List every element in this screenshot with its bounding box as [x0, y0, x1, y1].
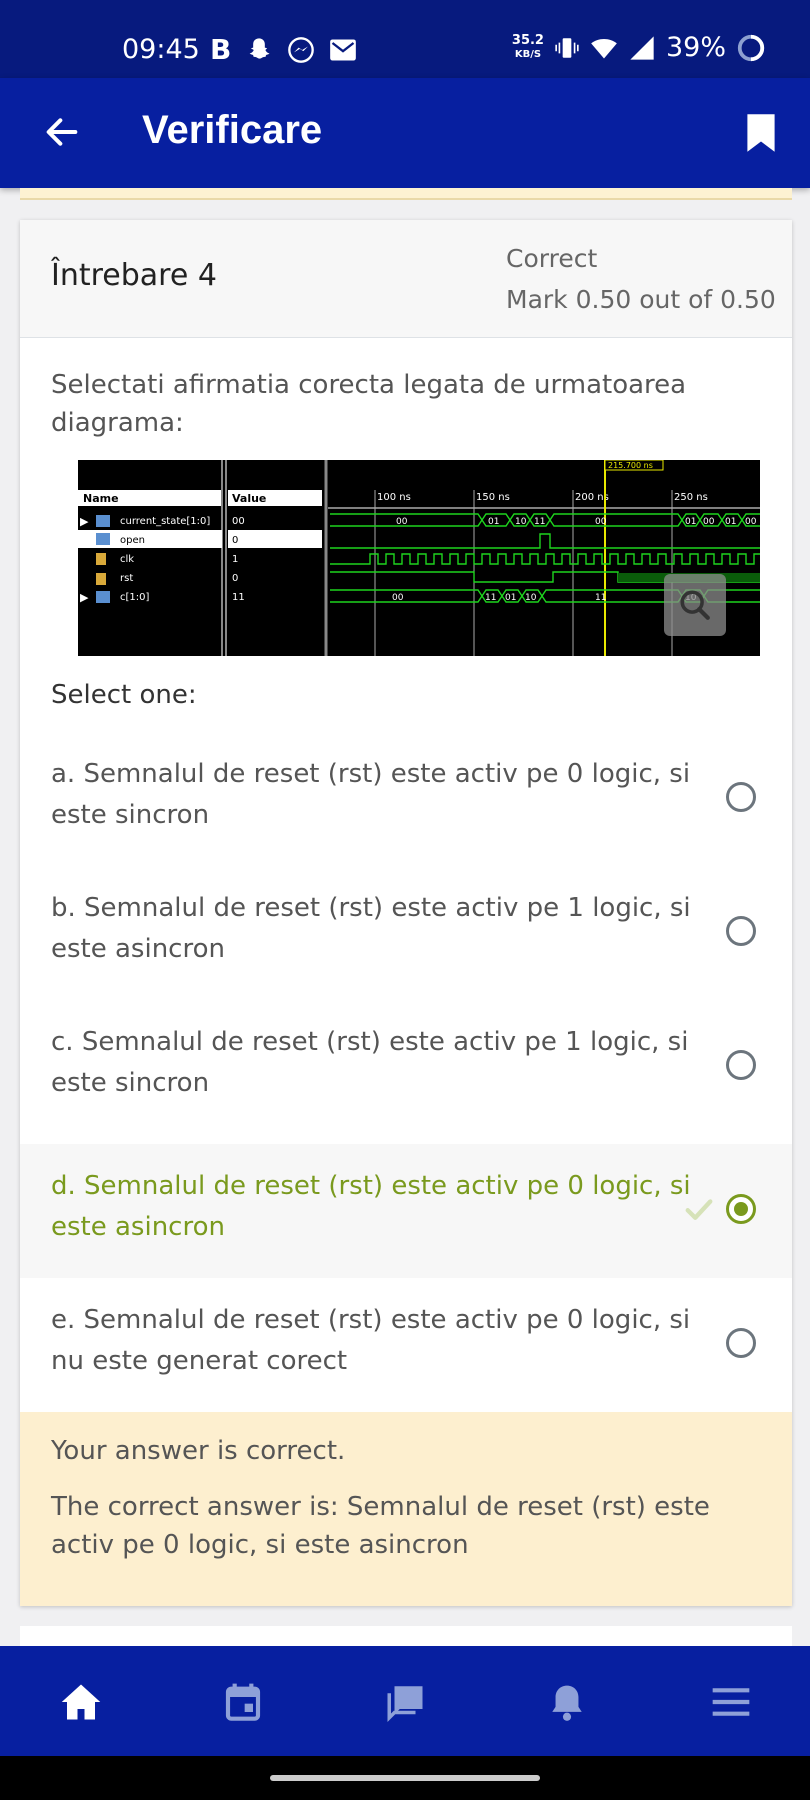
nav-home[interactable] [58, 1682, 104, 1722]
signal-value: 1 [232, 554, 238, 565]
time-tick: 100 ns [377, 492, 411, 503]
signal-name: current_state[1:0] [120, 516, 210, 527]
home-gesture-handle[interactable] [270, 1775, 540, 1781]
answer-option-d[interactable]: d. Semnalul de reset (rst) este activ pe… [20, 1144, 792, 1278]
svg-text:10: 10 [515, 517, 527, 527]
question-card: Întrebare 4 Correct Mark 0.50 out of 0.5… [20, 220, 792, 1606]
svg-text:00: 00 [396, 517, 408, 527]
signal-icon [630, 35, 654, 60]
battery-icon [737, 34, 765, 61]
magnifier-icon [680, 590, 710, 620]
signal-name: open [120, 535, 145, 546]
radio-button-selected[interactable] [726, 1194, 756, 1224]
menu-icon [712, 1688, 750, 1716]
question-number: Întrebare 4 [51, 258, 217, 293]
signal-name: clk [120, 554, 134, 565]
answer-option-b[interactable]: b. Semnalul de reset (rst) este activ pe… [20, 866, 792, 1000]
signal-value: 0 [232, 535, 238, 546]
nav-notifications[interactable] [544, 1682, 590, 1722]
nav-menu[interactable] [708, 1682, 754, 1722]
system-navigation-bar [0, 1756, 810, 1800]
next-question-edge [20, 1626, 792, 1646]
time-tick: 200 ns [575, 492, 609, 503]
answer-option-label: c. Semnalul de reset (rst) este activ pe… [51, 1027, 689, 1098]
bottom-navigation [0, 1646, 810, 1756]
svg-text:01: 01 [685, 517, 696, 527]
svg-text:00: 00 [745, 517, 757, 527]
answer-option-c[interactable]: c. Semnalul de reset (rst) este activ pe… [20, 1000, 792, 1134]
snapchat-icon [250, 37, 270, 59]
svg-text:01: 01 [488, 517, 499, 527]
time-tick: 150 ns [476, 492, 510, 503]
notification-icons: B [210, 33, 357, 66]
svg-text:11: 11 [534, 517, 545, 527]
feedback-box: Your answer is correct. The correct answ… [20, 1412, 792, 1606]
wifi-icon [591, 38, 617, 58]
app-bar: Verificare [0, 78, 810, 188]
svg-text:00: 00 [703, 517, 715, 527]
time-tick: 250 ns [674, 492, 708, 503]
radio-button[interactable] [726, 782, 756, 812]
feedback-result: Your answer is correct. [51, 1436, 346, 1466]
notifications-icon [552, 1685, 582, 1721]
col-value-header: Value [232, 492, 266, 505]
svg-text:▶: ▶ [80, 591, 89, 604]
svg-text:01: 01 [505, 593, 516, 603]
checkmark-icon [685, 1199, 713, 1220]
signal-value: 11 [232, 592, 245, 603]
waveform-svg: Name Value ▶ current_state[1:0] open clk… [78, 459, 760, 656]
cursor-label: 215.700 ns [608, 461, 653, 470]
question-grade: Mark 0.50 out of 0.50 [506, 285, 776, 314]
gmail-icon [330, 39, 357, 60]
page-title: Verificare [142, 108, 323, 152]
bookmark-icon[interactable] [744, 112, 778, 154]
back-arrow-icon[interactable] [42, 112, 82, 152]
col-name-header: Name [83, 492, 119, 505]
answer-option-e[interactable]: e. Semnalul de reset (rst) este activ pe… [20, 1278, 792, 1412]
status-time: 09:45 [122, 34, 200, 65]
select-one-label: Select one: [51, 680, 197, 710]
svg-text:11: 11 [485, 593, 496, 603]
signal-name: c[1:0] [120, 592, 149, 603]
svg-text:00: 00 [392, 593, 404, 603]
radio-button[interactable] [726, 916, 756, 946]
calendar-icon [225, 1683, 261, 1721]
answer-option-label: b. Semnalul de reset (rst) este activ pe… [51, 893, 691, 964]
radio-button[interactable] [726, 1050, 756, 1080]
answer-option-label: e. Semnalul de reset (rst) este activ pe… [51, 1305, 691, 1376]
vibrate-icon [555, 37, 579, 58]
messenger-icon [288, 36, 315, 63]
home-icon [61, 1684, 101, 1720]
question-text: Selectati afirmatia corecta legata de ur… [51, 370, 687, 438]
question-status: Correct [506, 244, 598, 273]
system-status-icons: 35.2 KB/S 39% [512, 32, 766, 63]
previous-question-edge [20, 188, 792, 200]
timing-diagram-image: Name Value ▶ current_state[1:0] open clk… [78, 459, 760, 656]
answer-option-label: d. Semnalul de reset (rst) este activ pe… [51, 1171, 691, 1242]
question-header: Întrebare 4 Correct Mark 0.50 out of 0.5… [20, 220, 792, 338]
svg-text:01: 01 [725, 517, 736, 527]
correct-answer-text: The correct answer is: Semnalul de reset… [51, 1492, 710, 1560]
signal-value: 00 [232, 516, 245, 527]
status-bar: 09:45 B 35.2 KB/S 39% [0, 0, 810, 78]
network-speed: 35.2 KB/S [511, 32, 544, 60]
signal-value: 0 [232, 573, 238, 584]
b-app-icon: B [210, 33, 232, 66]
radio-button[interactable] [726, 1328, 756, 1358]
battery-percent: 39% [665, 32, 726, 63]
nav-calendar[interactable] [220, 1682, 266, 1722]
signal-name: rst [120, 573, 133, 584]
svg-text:11: 11 [595, 593, 606, 603]
messages-icon [387, 1686, 423, 1722]
nav-messages[interactable] [382, 1682, 428, 1722]
svg-text:▶: ▶ [80, 515, 89, 528]
answer-option-label: a. Semnalul de reset (rst) este activ pe… [51, 759, 691, 830]
svg-text:10: 10 [525, 593, 537, 603]
question-state: Correct Mark 0.50 out of 0.50 [506, 238, 776, 320]
svg-text:00: 00 [595, 517, 607, 527]
zoom-image-button[interactable] [664, 574, 726, 636]
answer-option-a[interactable]: a. Semnalul de reset (rst) este activ pe… [20, 732, 792, 866]
